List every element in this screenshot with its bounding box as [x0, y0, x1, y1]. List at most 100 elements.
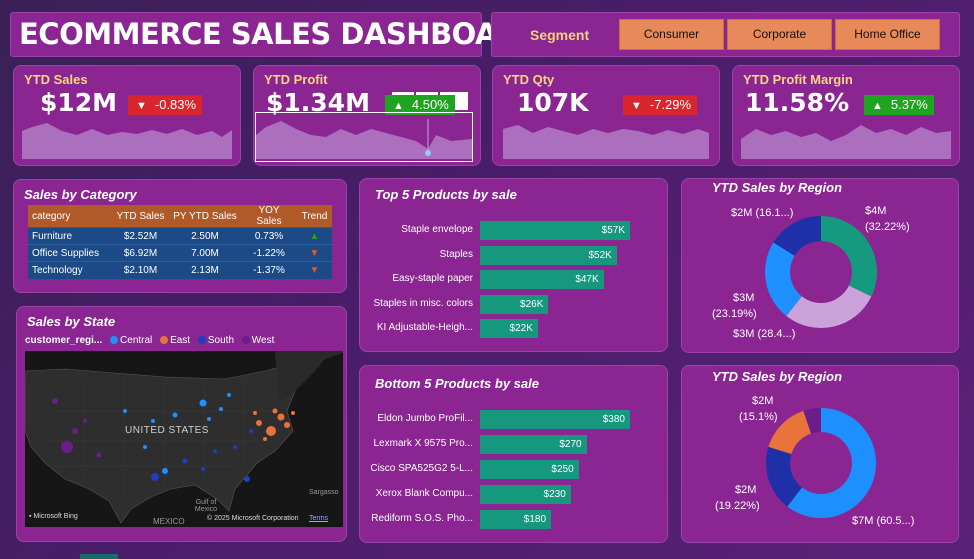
bar: $22K: [480, 319, 538, 338]
bar: $230: [480, 485, 571, 504]
bar-value-label: $26K: [520, 298, 544, 310]
column-header[interactable]: category: [28, 205, 112, 228]
qty-sparkline: [503, 125, 709, 159]
us-map[interactable]: UNITED STATES Gulf of Mexico MEXICO Sarg…: [25, 351, 343, 527]
bar-value-label: $52K: [588, 249, 612, 261]
cell: -1.37%: [241, 261, 297, 279]
kpi-title: YTD Qty: [503, 72, 555, 87]
trend-down-icon: ▼: [309, 247, 320, 259]
cell: Technology: [28, 261, 112, 279]
bar-value-label: $250: [551, 464, 574, 475]
kpi-ytd-sales[interactable]: YTD Sales $12M ▼ -0.83%: [13, 65, 241, 166]
up-arrow-icon: ▲: [393, 100, 404, 112]
trend-down-icon: ▼: [309, 264, 320, 276]
bar: $250: [480, 460, 579, 479]
donut-label: $4M: [865, 205, 887, 217]
legend-dot-south: [197, 336, 206, 344]
bar-label: Easy-staple paper: [392, 273, 473, 284]
cell: 0.73%: [241, 227, 297, 245]
table-row[interactable]: Office Supplies $6.92M 7.00M -1.22% ▼: [28, 244, 332, 262]
segment-home-office-button[interactable]: Home Office: [835, 19, 940, 50]
section-title: Sales by Category: [24, 187, 137, 202]
map-copyright: © 2025 Microsoft Corporation: [207, 515, 299, 522]
segment-slicer: Segment Consumer Corporate Home Office: [491, 12, 960, 57]
bar-value-label: $57K: [601, 225, 625, 236]
kpi-change-badge: ▼ -0.83%: [128, 95, 203, 115]
region-donut-chart-2: [766, 408, 876, 518]
legend-dot-west: [241, 336, 250, 344]
donut-label: $3M: [733, 292, 755, 304]
segment-consumer-button[interactable]: Consumer: [619, 19, 724, 50]
kpi-change: -7.29%: [649, 97, 692, 112]
cell: ▼: [297, 261, 332, 279]
page-tab-indicator[interactable]: [80, 554, 118, 559]
column-header[interactable]: YOY Sales: [241, 205, 297, 228]
cell: ▲: [297, 227, 332, 245]
bar-label: Staples: [439, 248, 473, 260]
region-donut-panel-2[interactable]: YTD Sales by Region $2M (15.1%) $2M (19.…: [681, 365, 959, 543]
section-title: Bottom 5 Products by sale: [375, 376, 539, 391]
bar-value-label: $230: [543, 489, 566, 500]
bar-label: Staple envelope: [401, 224, 473, 235]
donut-slice[interactable]: [786, 285, 872, 328]
kpi-ytd-profit-margin[interactable]: YTD Profit Margin 11.58% ▲ 5.37%: [732, 65, 960, 166]
map-label-sargasso: Sargasso: [309, 489, 339, 496]
bar-label: Staples in misc. colors: [373, 297, 473, 309]
bing-label: Microsoft Bing: [33, 513, 78, 520]
bar-label: Eldon Jumbo ProFil...: [377, 413, 473, 424]
bar: $57K: [480, 221, 630, 240]
donut-label: $3M (28.4...): [733, 328, 796, 340]
table-row[interactable]: Furniture $2.52M 2.50M 0.73% ▲: [28, 227, 332, 245]
map-canvas: [25, 351, 343, 527]
cell: 2.50M: [169, 227, 241, 245]
sales-sparkline: [22, 123, 232, 159]
donut-label: (19.22%): [715, 500, 760, 512]
bar: $180: [480, 510, 552, 529]
cell: -1.22%: [241, 244, 297, 262]
map-legend: customer_regi... Central East South West: [25, 335, 274, 346]
kpi-ytd-qty[interactable]: YTD Qty 107K ▼ -7.29%: [492, 65, 720, 166]
kpi-change: 5.37%: [890, 97, 928, 112]
kpi-title: YTD Profit Margin: [743, 72, 853, 87]
bar: $380: [480, 410, 630, 429]
map-label-country: UNITED STATES: [125, 425, 209, 436]
segment-label: Segment: [530, 27, 590, 43]
margin-sparkline: [741, 125, 951, 159]
donut-label: $7M (60.5...): [852, 515, 915, 527]
column-header[interactable]: YTD Sales: [112, 205, 169, 228]
map-label-gulf: Gulf of Mexico: [194, 499, 218, 513]
category-table: category YTD Sales PY YTD Sales YOY Sale…: [28, 205, 332, 279]
kpi-value: 107K: [517, 88, 589, 117]
cell: 2.13M: [169, 261, 241, 279]
bar-label: Rediform S.O.S. Pho...: [371, 513, 473, 524]
column-header[interactable]: PY YTD Sales: [169, 205, 241, 228]
cell: Furniture: [28, 227, 112, 245]
legend-dot-central: [110, 336, 119, 344]
legend-item: Central: [120, 335, 153, 346]
map-label-mexico: MEXICO: [153, 517, 185, 526]
kpi-value: $12M: [40, 88, 118, 117]
donut-label: (15.1%): [739, 411, 778, 423]
dashboard-title: ECOMMERCE SALES DASHBOARD: [19, 17, 543, 51]
bar-label: Lexmark X 9575 Pro...: [373, 438, 474, 449]
bar-value-label: $22K: [509, 323, 533, 334]
sales-by-state-panel[interactable]: Sales by State customer_regi... Central …: [16, 306, 347, 542]
table-row[interactable]: Technology $2.10M 2.13M -1.37% ▼: [28, 261, 332, 279]
section-title: Sales by State: [27, 314, 116, 329]
kpi-ytd-profit[interactable]: YTD Profit $1.34M ▲ 4.50%: [253, 65, 481, 166]
bar: $270: [480, 435, 587, 454]
segment-corporate-button[interactable]: Corporate: [727, 19, 832, 50]
cell: $2.52M: [112, 227, 169, 245]
map-terms-link[interactable]: Terms: [309, 515, 328, 522]
table-header: category YTD Sales PY YTD Sales YOY Sale…: [28, 205, 332, 228]
sales-by-category-panel[interactable]: Sales by Category category YTD Sales PY …: [13, 179, 347, 293]
bar: $47K: [480, 270, 604, 289]
legend-item: East: [170, 335, 191, 346]
column-header[interactable]: Trend: [297, 205, 332, 228]
region-donut-panel-1[interactable]: YTD Sales by Region $4M (32.22%) $3M (28…: [681, 178, 959, 353]
bottom5-products-panel[interactable]: Bottom 5 Products by sale Eldon Jumbo Pr…: [359, 365, 668, 543]
top5-products-panel[interactable]: Top 5 Products by sale Staple envelope $5…: [359, 178, 668, 352]
donut-label: (32.22%): [865, 221, 910, 233]
bar-label: Cisco SPA525G2 5-L...: [370, 463, 473, 474]
bar-label: Xerox Blank Compu...: [375, 488, 473, 499]
